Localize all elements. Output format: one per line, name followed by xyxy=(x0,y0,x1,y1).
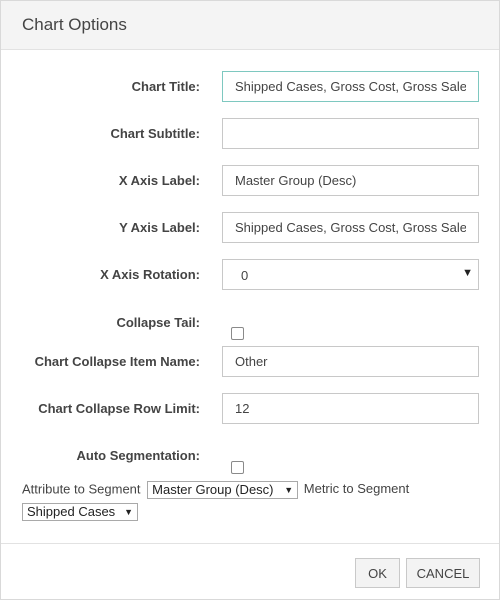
x-axis-rotation-value: 0 xyxy=(241,268,249,283)
dialog-header: Chart Options xyxy=(1,1,499,50)
metric-to-segment-label: Metric to Segment xyxy=(303,481,410,497)
auto-segmentation-checkbox[interactable] xyxy=(231,461,244,474)
x-axis-rotation-select[interactable]: 0 ▼ xyxy=(222,259,479,290)
collapse-item-name-input[interactable] xyxy=(222,346,479,377)
ok-button[interactable]: OK xyxy=(355,558,400,588)
chart-title-input[interactable] xyxy=(222,71,479,102)
collapse-tail-checkbox[interactable] xyxy=(231,327,244,340)
metric-to-segment-select[interactable]: Shipped Cases ▼ xyxy=(22,503,138,521)
attribute-to-segment-select[interactable]: Master Group (Desc) ▼ xyxy=(147,481,299,499)
collapse-item-name-label: Chart Collapse Item Name: xyxy=(34,354,200,369)
attribute-to-segment-label: Attribute to Segment xyxy=(22,481,141,497)
collapse-row-limit-label: Chart Collapse Row Limit: xyxy=(38,401,200,416)
auto-segmentation-label: Auto Segmentation: xyxy=(76,448,201,463)
collapse-row-limit-input[interactable] xyxy=(222,393,479,424)
dropdown-arrow-icon: ▼ xyxy=(284,485,294,495)
collapse-tail-label: Collapse Tail: xyxy=(116,315,200,330)
dialog-footer: OK CANCEL xyxy=(1,543,499,599)
chart-title-label: Chart Title: xyxy=(131,79,200,94)
x-axis-rotation-label: X Axis Rotation: xyxy=(100,267,200,282)
x-axis-label-label: X Axis Label: xyxy=(118,173,200,188)
dropdown-arrow-icon: ▼ xyxy=(462,267,473,279)
dialog-title: Chart Options xyxy=(22,15,127,34)
chart-subtitle-label: Chart Subtitle: xyxy=(110,126,200,141)
y-axis-label-label: Y Axis Label: xyxy=(119,220,200,235)
chart-options-dialog: Chart Options Chart Title: Chart Subtitl… xyxy=(0,0,500,600)
x-axis-label-input[interactable] xyxy=(222,165,479,196)
metric-row: Shipped Cases ▼ xyxy=(22,503,138,521)
segmentation-row: Attribute to Segment Master Group (Desc)… xyxy=(22,481,409,499)
attribute-to-segment-value: Master Group (Desc) xyxy=(152,482,274,497)
y-axis-label-input[interactable] xyxy=(222,212,479,243)
chart-subtitle-input[interactable] xyxy=(222,118,479,149)
metric-to-segment-value: Shipped Cases xyxy=(27,504,116,519)
cancel-button[interactable]: CANCEL xyxy=(406,558,480,588)
dropdown-arrow-icon: ▼ xyxy=(124,507,133,517)
